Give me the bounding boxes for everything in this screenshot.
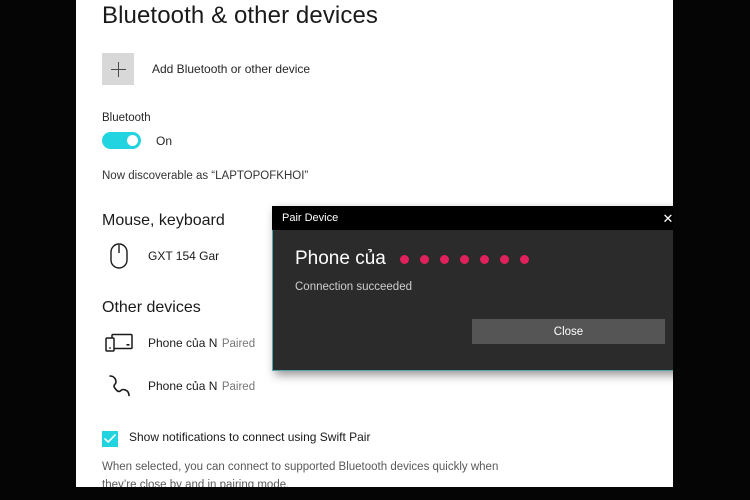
device-text: Phone của N Paired [148,333,255,353]
page-title: Bluetooth & other devices [102,2,379,29]
device-status: Paired [221,338,256,350]
list-item[interactable]: Phone của N Paired [102,369,673,403]
window-top-divider [76,0,673,1]
swift-pair-description: When selected, you can connect to suppor… [102,461,499,487]
letterbox-background: Bluetooth & other devices Add Bluetooth … [0,0,750,500]
device-name: GXT 154 Gar [148,249,220,263]
pair-device-dialog: Pair Device ✕ Phone của Connection succe… [272,206,673,371]
dialog-title: Pair Device [282,212,339,224]
phone-handset-icon [102,369,136,403]
swift-pair-checkbox[interactable] [102,431,118,447]
dialog-titlebar: Pair Device ✕ [272,206,673,230]
bluetooth-toggle-row[interactable]: On [102,132,673,149]
device-name: Phone của N [148,379,218,393]
bluetooth-section-label: Bluetooth [102,112,151,124]
dialog-body: Phone của Connection succeeded Close [273,230,673,370]
pair-status-text: Connection succeeded [295,281,412,293]
redaction-dot [459,254,469,264]
device-name: Phone của N [148,336,218,350]
pair-device-name: Phone của [295,248,386,269]
redaction-dot [399,254,409,264]
redaction-dot [479,254,489,264]
close-button[interactable]: Close [472,319,665,344]
plus-icon [102,53,134,85]
swift-pair-label: Show notifications to connect using Swif… [129,430,371,444]
close-icon[interactable]: ✕ [648,206,673,230]
settings-window: Bluetooth & other devices Add Bluetooth … [76,0,673,487]
device-text: GXT 154 Gar [148,246,219,266]
discoverable-text: Now discoverable as “LAPTOPOFKHOI” [102,170,309,182]
toggle-knob [127,135,138,146]
mouse-icon [102,239,136,273]
redaction-dot [439,254,449,264]
pair-headline-row: Phone của [295,248,665,270]
add-bluetooth-device-button[interactable]: Add Bluetooth or other device [102,53,673,85]
device-status: Paired [221,381,256,393]
dialog-button-bar: Close [295,319,665,344]
swift-pair-section: Show notifications to connect using Swif… [102,430,632,487]
add-device-label: Add Bluetooth or other device [152,62,311,76]
redaction-dot [519,254,529,264]
redaction-dot [419,254,429,264]
bluetooth-toggle-state: On [156,133,173,148]
redaction-dot [499,254,509,264]
swift-pair-checkbox-row[interactable]: Show notifications to connect using Swif… [102,430,632,447]
tablet-icon [102,326,136,360]
redacted-name-dots [399,254,540,264]
bluetooth-toggle[interactable] [102,132,141,149]
device-text: Phone của N Paired [148,376,255,396]
